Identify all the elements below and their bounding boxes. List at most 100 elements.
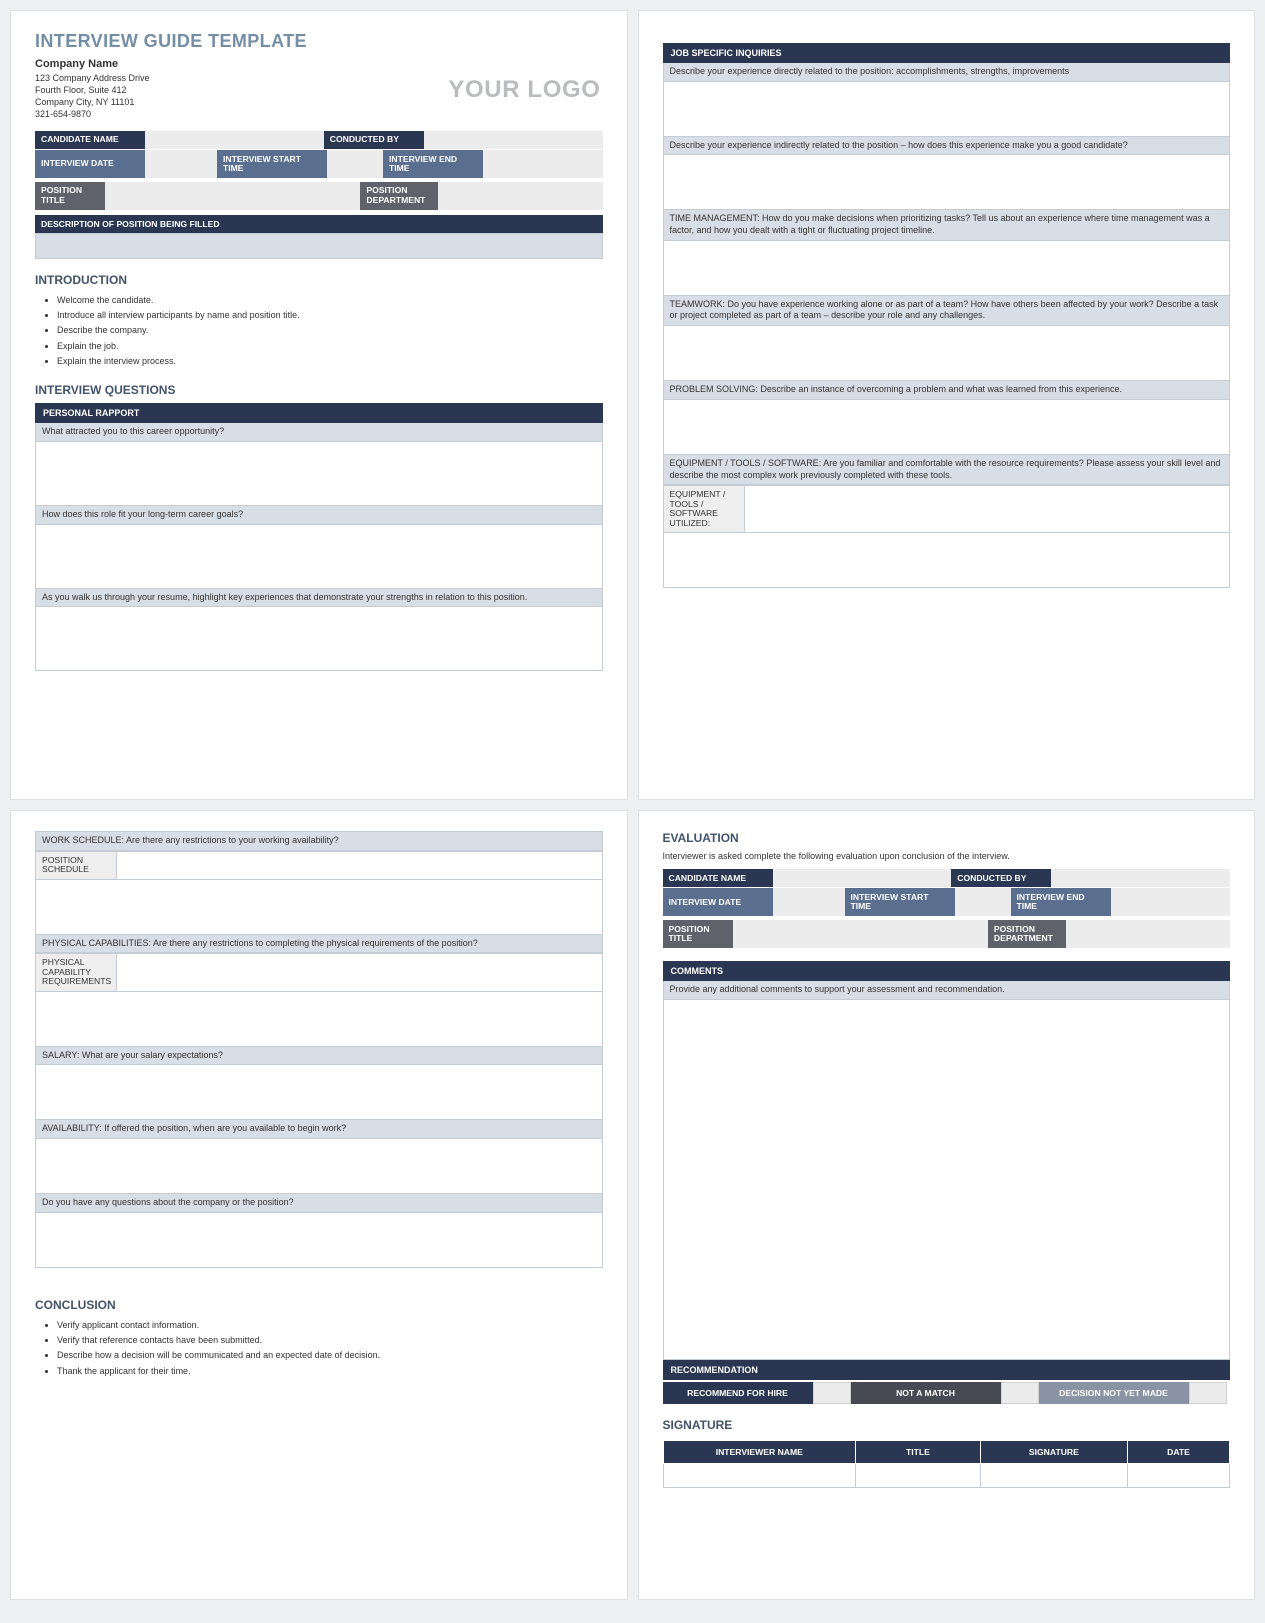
intro-item: Welcome the candidate. — [57, 293, 603, 308]
iq-heading: INTERVIEW QUESTIONS — [35, 383, 603, 397]
p3-q1-sub: POSITION SCHEDULE — [35, 851, 117, 880]
conclusion-item: Verify that reference contacts have been… — [57, 1333, 603, 1348]
intro-heading: INTRODUCTION — [35, 273, 603, 287]
label-desc: DESCRIPTION OF POSITION BEING FILLED — [35, 215, 603, 233]
company-phone: 321-654-9870 — [35, 108, 603, 120]
job-a2[interactable] — [663, 155, 1231, 210]
p3-a2[interactable] — [35, 992, 603, 1047]
eval-label-end: INTERVIEW END TIME — [1011, 888, 1111, 916]
page-3: WORK SCHEDULE: Are there any restriction… — [10, 810, 628, 1600]
input-desc[interactable] — [35, 233, 603, 259]
p3-q1-sub-input[interactable] — [117, 851, 603, 880]
sig-col-date: DATE — [1128, 1440, 1230, 1463]
job-q4: TEAMWORK: Do you have experience working… — [663, 296, 1231, 326]
conclusion-item: Verify applicant contact information. — [57, 1318, 603, 1333]
sig-table: INTERVIEWER NAME TITLE SIGNATURE DATE — [663, 1440, 1231, 1488]
p3-a5[interactable] — [35, 1213, 603, 1268]
job-a3[interactable] — [663, 241, 1231, 296]
rec-hire-label: RECOMMEND FOR HIRE — [663, 1382, 813, 1404]
sig-cell-name[interactable] — [663, 1463, 856, 1487]
eval-input-posdept[interactable] — [1066, 920, 1230, 948]
conclusion-item: Thank the applicant for their time. — [57, 1364, 603, 1379]
page-2: JOB SPECIFIC INQUIRIES Describe your exp… — [638, 10, 1256, 800]
job-q6: EQUIPMENT / TOOLS / SOFTWARE: Are you fa… — [663, 455, 1231, 485]
eval-input-candidate[interactable] — [773, 869, 952, 887]
label-position-dept: POSITION DEPARTMENT — [360, 182, 438, 210]
conclusion-item: Describe how a decision will be communic… — [57, 1348, 603, 1363]
label-candidate-name: CANDIDATE NAME — [35, 131, 145, 149]
sig-cell-sig[interactable] — [980, 1463, 1127, 1487]
comments-header: COMMENTS — [663, 961, 1231, 981]
label-conducted-by: CONDUCTED BY — [324, 131, 424, 149]
sig-col-name: INTERVIEWER NAME — [663, 1440, 856, 1463]
rapport-q3: As you walk us through your resume, high… — [35, 589, 603, 608]
doc-title: INTERVIEW GUIDE TEMPLATE — [35, 31, 603, 52]
sig-col-title: TITLE — [856, 1440, 981, 1463]
input-end-time[interactable] — [483, 150, 603, 178]
eval-input-end[interactable] — [1111, 888, 1231, 916]
sig-heading: SIGNATURE — [663, 1418, 1231, 1432]
job-header: JOB SPECIFIC INQUIRIES — [663, 43, 1231, 63]
eval-input-conducted[interactable] — [1051, 869, 1230, 887]
rec-undecided-check[interactable] — [1189, 1382, 1227, 1404]
logo-placeholder: YOUR LOGO — [448, 76, 600, 104]
job-a6[interactable] — [663, 533, 1231, 588]
eval-label-date: INTERVIEW DATE — [663, 888, 773, 916]
eval-label-start: INTERVIEW START TIME — [845, 888, 955, 916]
rapport-a1[interactable] — [35, 442, 603, 506]
input-position-dept[interactable] — [438, 182, 602, 210]
intro-item: Describe the company. — [57, 323, 603, 338]
intro-item: Introduce all interview participants by … — [57, 308, 603, 323]
input-interview-date[interactable] — [145, 150, 217, 178]
eval-input-postitle[interactable] — [733, 920, 988, 948]
input-start-time[interactable] — [327, 150, 383, 178]
eval-label-postitle: POSITION TITLE — [663, 920, 733, 948]
rec-header: RECOMMENDATION — [663, 1360, 1231, 1380]
rapport-a2[interactable] — [35, 525, 603, 589]
rapport-q2: How does this role fit your long-term ca… — [35, 506, 603, 525]
eval-note: Interviewer is asked complete the follow… — [663, 851, 1231, 861]
rec-undecided-label: DECISION NOT YET MADE — [1039, 1382, 1189, 1404]
rapport-a3[interactable] — [35, 607, 603, 671]
rec-notmatch-check[interactable] — [1001, 1382, 1039, 1404]
p3-a4[interactable] — [35, 1139, 603, 1194]
label-start-time: INTERVIEW START TIME — [217, 150, 327, 178]
comments-box[interactable] — [663, 1000, 1231, 1360]
rapport-q1: What attracted you to this career opport… — [35, 423, 603, 442]
rec-notmatch-label: NOT A MATCH — [851, 1382, 1001, 1404]
p3-a1[interactable] — [35, 880, 603, 935]
p3-q2-sub-input[interactable] — [117, 953, 603, 991]
company-name: Company Name — [35, 58, 603, 70]
input-candidate-name[interactable] — [145, 131, 324, 149]
p3-a3[interactable] — [35, 1065, 603, 1120]
job-q2: Describe your experience indirectly rela… — [663, 137, 1231, 156]
sig-cell-title[interactable] — [856, 1463, 981, 1487]
job-q5: PROBLEM SOLVING: Describe an instance of… — [663, 381, 1231, 400]
p3-q2-sub: PHYSICAL CAPABILITY REQUIREMENTS — [35, 953, 117, 991]
job-q6-sub-input[interactable] — [745, 485, 1231, 533]
conclusion-list: Verify applicant contact information. Ve… — [57, 1318, 603, 1379]
job-q1: Describe your experience directly relate… — [663, 63, 1231, 82]
intro-item: Explain the job. — [57, 339, 603, 354]
job-a1[interactable] — [663, 82, 1231, 137]
p3-q4: AVAILABILITY: If offered the position, w… — [35, 1120, 603, 1139]
eval-label-candidate: CANDIDATE NAME — [663, 869, 773, 887]
job-q3: TIME MANAGEMENT: How do you make decisio… — [663, 210, 1231, 240]
job-q6-sub: EQUIPMENT / TOOLS / SOFTWARE UTILIZED: — [663, 485, 745, 533]
rec-row: RECOMMEND FOR HIRE NOT A MATCH DECISION … — [663, 1382, 1231, 1404]
eval-input-date[interactable] — [773, 888, 845, 916]
eval-input-start[interactable] — [955, 888, 1011, 916]
label-interview-date: INTERVIEW DATE — [35, 150, 145, 178]
label-end-time: INTERVIEW END TIME — [383, 150, 483, 178]
p3-q3: SALARY: What are your salary expectation… — [35, 1047, 603, 1066]
job-a5[interactable] — [663, 400, 1231, 455]
input-position-title[interactable] — [105, 182, 360, 210]
eval-label-conducted: CONDUCTED BY — [951, 869, 1051, 887]
p3-q5: Do you have any questions about the comp… — [35, 1194, 603, 1213]
page-4: EVALUATION Interviewer is asked complete… — [638, 810, 1256, 1600]
input-conducted-by[interactable] — [424, 131, 603, 149]
sig-cell-date[interactable] — [1128, 1463, 1230, 1487]
p3-q2: PHYSICAL CAPABILITIES: Are there any res… — [35, 935, 603, 954]
rec-hire-check[interactable] — [813, 1382, 851, 1404]
job-a4[interactable] — [663, 326, 1231, 381]
